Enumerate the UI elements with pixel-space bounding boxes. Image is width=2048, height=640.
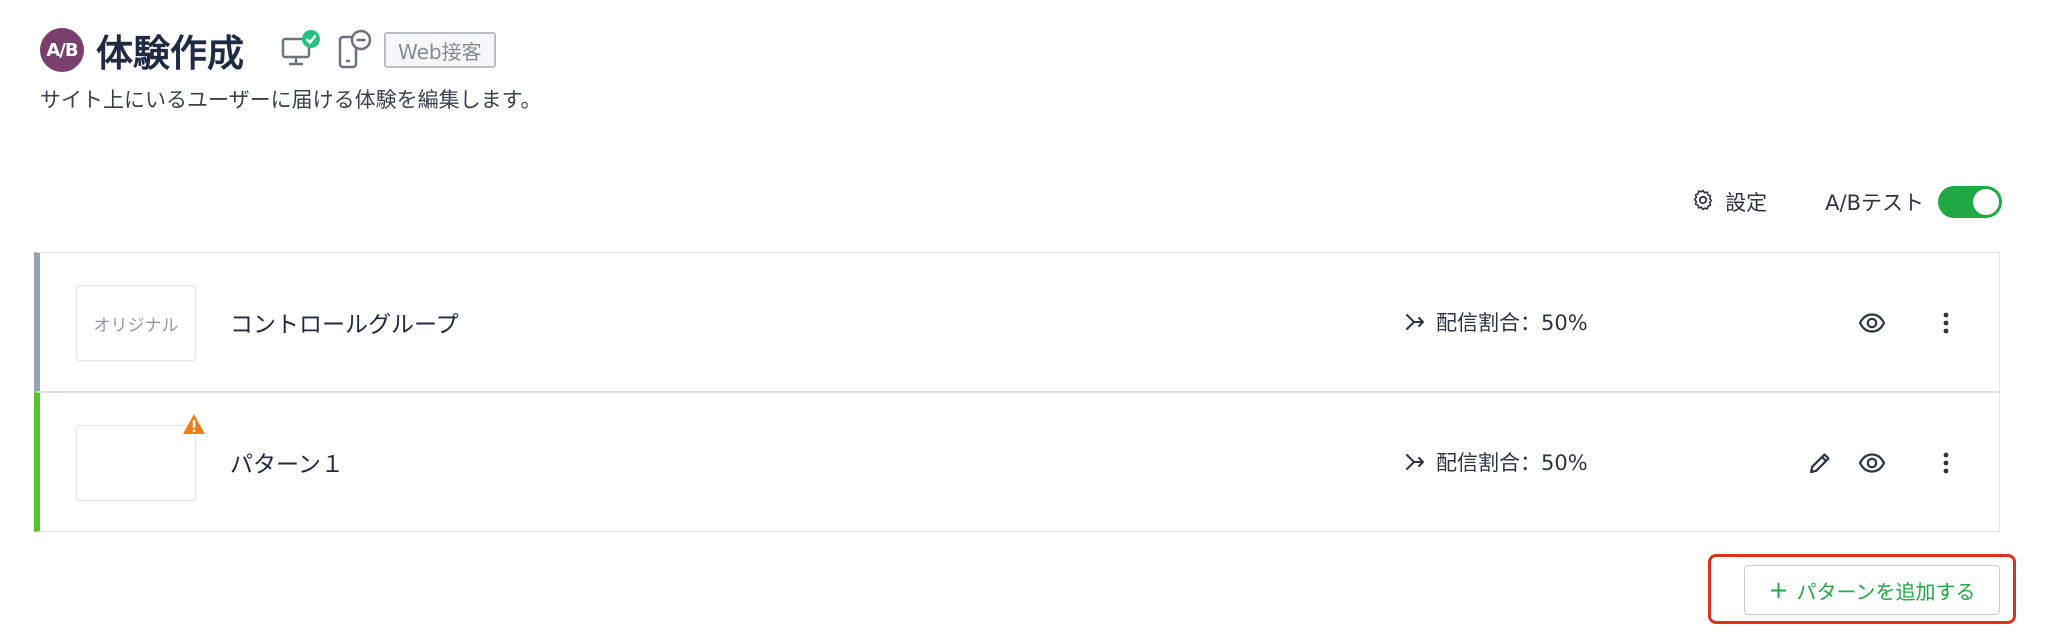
ab-test-toggle[interactable] bbox=[1938, 186, 2002, 218]
distribution-ratio: 配信割合：50% bbox=[1404, 447, 1588, 477]
settings-label: 設定 bbox=[1725, 191, 1768, 215]
pattern-thumbnail[interactable]: オリジナル bbox=[76, 285, 196, 361]
page-title: 体験作成 bbox=[96, 32, 244, 75]
eye-icon bbox=[1858, 313, 1886, 333]
warning-icon bbox=[182, 413, 206, 435]
settings-button[interactable]: 設定 bbox=[1691, 187, 1767, 217]
more-menu-button[interactable] bbox=[1928, 305, 1964, 341]
distribution-ratio: 配信割合：50% bbox=[1404, 307, 1588, 337]
channel-tag: Web接客 bbox=[384, 32, 496, 68]
controls-bar: 設定 A/Bテスト bbox=[1691, 180, 2002, 224]
pattern-thumbnail[interactable] bbox=[76, 425, 196, 501]
pattern-row-control: オリジナル コントロールグループ 配信割合：50% bbox=[34, 252, 2000, 392]
ab-badge: A/B bbox=[40, 28, 84, 72]
more-vertical-icon bbox=[1943, 312, 1949, 334]
gear-icon bbox=[1691, 188, 1715, 216]
add-pattern-button[interactable]: + パターンを追加する bbox=[1744, 565, 2000, 615]
desktop-check-icon bbox=[280, 29, 322, 71]
plus-icon: + bbox=[1768, 576, 1789, 604]
ab-test-label: A/Bテスト bbox=[1825, 191, 1924, 215]
toggle-knob bbox=[1973, 189, 1999, 215]
ratio-label: 配信割合：50% bbox=[1436, 451, 1588, 475]
pencil-icon bbox=[1809, 453, 1830, 474]
header: A/B 体験作成 Web接客 bbox=[40, 26, 496, 75]
more-menu-button[interactable] bbox=[1928, 445, 1964, 481]
pattern-name: コントロールグループ bbox=[230, 312, 459, 338]
page-subtitle: サイト上にいるユーザーに届ける体験を編集します。 bbox=[40, 88, 542, 112]
more-vertical-icon bbox=[1943, 452, 1949, 474]
split-icon bbox=[1406, 314, 1424, 330]
ratio-label: 配信割合：50% bbox=[1436, 311, 1588, 335]
eye-icon bbox=[1858, 453, 1886, 473]
pattern-row-1: パターン１ 配信割合：50% bbox=[34, 392, 2000, 532]
preview-button[interactable] bbox=[1854, 445, 1890, 481]
edit-button[interactable] bbox=[1802, 445, 1838, 481]
preview-button[interactable] bbox=[1854, 305, 1890, 341]
pattern-name: パターン１ bbox=[230, 452, 344, 478]
split-icon bbox=[1406, 454, 1424, 470]
mobile-minus-icon bbox=[336, 29, 376, 71]
add-pattern-label: パターンを追加する bbox=[1796, 579, 1976, 604]
